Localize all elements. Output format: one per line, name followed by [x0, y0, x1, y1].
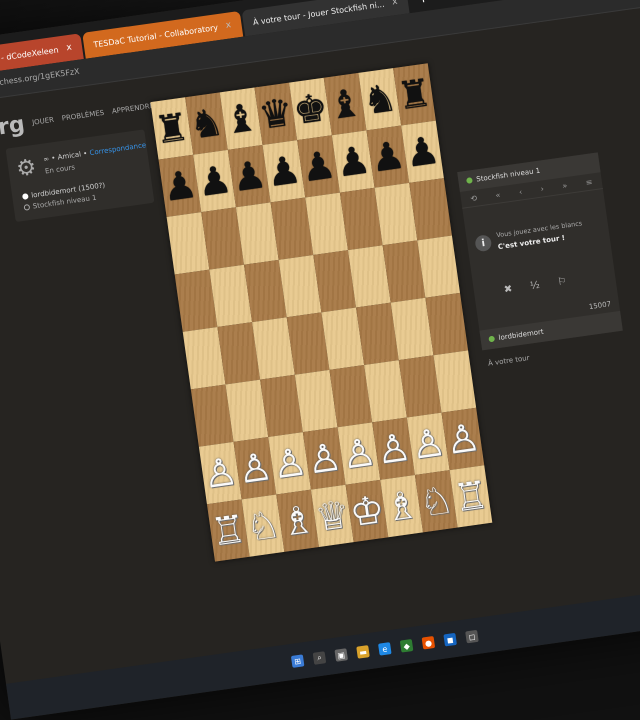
menu-icon[interactable]: ≡ [585, 177, 593, 187]
white-piece-icon[interactable]: ♔ [347, 487, 387, 535]
next-move-icon[interactable]: › [540, 184, 544, 193]
black-piece-icon[interactable]: ♞ [187, 99, 227, 147]
black-piece-icon[interactable]: ♟ [403, 128, 443, 176]
last-move-icon[interactable]: » [562, 181, 568, 191]
site-logo[interactable]: ss.org [0, 112, 26, 147]
turn-message: i Vous jouez avec les blancs C'est votre… [473, 213, 604, 272]
prev-move-icon[interactable]: ‹ [518, 187, 522, 196]
search-icon[interactable]: ⌕ [312, 651, 327, 665]
game-info-panel: ⚙ ∞ • Amical • Correspondance En cours l… [5, 129, 155, 223]
nav-puzzles[interactable]: PROBLÈMES [61, 109, 104, 123]
white-piece-icon[interactable]: ♙ [200, 449, 240, 497]
url-text[interactable]: https://lichess.org/1gEK5FzX [0, 67, 80, 92]
white-piece-icon[interactable]: ♙ [304, 434, 344, 482]
white-piece-icon[interactable]: ♗ [278, 497, 318, 545]
black-piece-icon[interactable]: ♟ [299, 142, 339, 190]
draw-offer-icon[interactable]: ½ [529, 280, 540, 292]
white-piece-icon[interactable]: ♖ [208, 506, 248, 554]
white-piece-icon[interactable]: ♘ [243, 501, 283, 549]
game-mode-link[interactable]: Correspondance [89, 141, 147, 157]
board-square[interactable]: ♜ [393, 63, 436, 126]
edge-icon[interactable]: e [378, 642, 392, 656]
black-piece-icon[interactable]: ♜ [394, 70, 434, 118]
white-piece-icon[interactable]: ♖ [451, 472, 491, 520]
self-player-name[interactable]: lordbidemort [498, 328, 544, 342]
white-piece-icon[interactable]: ♙ [374, 425, 414, 473]
close-tab-icon[interactable]: x [225, 20, 232, 31]
resign-flag-icon[interactable]: ⚐ [557, 276, 567, 288]
online-icon [488, 335, 496, 343]
task-view-icon[interactable]: ▣ [334, 648, 349, 662]
game-status: En cours [44, 163, 76, 176]
self-player-bar: lordbidemort [479, 310, 623, 351]
board-square[interactable] [433, 350, 477, 413]
gear-icon: ⚙ [14, 154, 38, 183]
white-piece-icon[interactable]: ♙ [270, 439, 310, 487]
nav-learn[interactable]: APPRENDRE [111, 102, 154, 116]
black-piece-icon[interactable]: ♟ [264, 147, 304, 195]
engine-panel: Stockfish niveau 1 ⟲ « ‹ › » ≡ i Vous jo… [457, 152, 623, 351]
game-actions: ✖ ½ ⚐ [503, 276, 567, 296]
white-piece-icon[interactable]: ♙ [339, 429, 379, 477]
first-move-icon[interactable]: « [495, 190, 501, 200]
info-icon: i [474, 234, 493, 253]
black-piece-icon[interactable]: ♞ [360, 75, 400, 123]
black-piece-icon[interactable]: ♚ [291, 85, 331, 133]
board-square[interactable] [417, 235, 461, 298]
start-icon[interactable]: ⊞ [290, 654, 305, 668]
abort-icon[interactable]: ✖ [503, 284, 513, 296]
black-piece-icon[interactable]: ♟ [333, 137, 373, 185]
board-square[interactable]: ♙ [441, 407, 485, 471]
board-square[interactable] [425, 292, 469, 356]
board-square[interactable] [409, 178, 452, 241]
white-piece-icon[interactable]: ♗ [382, 482, 422, 530]
white-piece-icon[interactable]: ♕ [312, 492, 352, 540]
close-tab-icon[interactable]: x [66, 43, 73, 54]
black-piece-icon[interactable]: ♝ [221, 95, 261, 143]
your-turn-label: À votre tour [487, 353, 531, 368]
black-piece-icon[interactable]: ♛ [256, 90, 296, 138]
chess-board[interactable]: ♜ ♞ ♝ ♛ ♚ ♝ ♞ ♜ ♟ ♟ ♟ ♟ ♟ ♟ ♟ ♟ ♙ ♙ ♙ ♙ ♙ ♙ ♙ ♙ ♖ ♘ ♗ ♕ ♔ ♗ ♘ ♖ [150, 63, 493, 562]
board-square[interactable]: ♟ [401, 120, 444, 183]
online-icon [466, 177, 473, 184]
clock: 15007 [588, 300, 612, 312]
black-piece-icon[interactable]: ♟ [195, 157, 235, 205]
folder-icon[interactable]: ▬ [356, 645, 370, 659]
white-piece-icon[interactable]: ♙ [408, 420, 448, 468]
black-piece-icon[interactable]: ♟ [229, 152, 269, 200]
black-piece-icon[interactable]: ♝ [325, 80, 365, 128]
app-icon[interactable]: ◻ [465, 629, 479, 644]
white-piece-icon[interactable]: ♙ [235, 444, 275, 492]
monitor-screen: Sudoku - dCodeXeleen x TESDaC Tutorial -… [0, 0, 640, 720]
black-dot-icon [23, 203, 31, 211]
store-icon[interactable]: ◆ [399, 639, 414, 653]
game-mode: ∞ • Amical • Correspondance [43, 141, 147, 163]
firefox-icon[interactable]: ● [421, 635, 436, 650]
black-piece-icon[interactable]: ♟ [160, 162, 200, 210]
black-piece-icon[interactable]: ♜ [152, 104, 192, 152]
nav-play[interactable]: JOUER [32, 116, 55, 127]
game-mode-prefix: ∞ • Amical • [42, 149, 88, 164]
board-square[interactable]: ♖ [449, 465, 493, 528]
white-piece-icon[interactable]: ♘ [416, 477, 456, 525]
flip-board-icon[interactable]: ⟲ [470, 193, 478, 203]
close-tab-icon[interactable]: x [392, 0, 399, 7]
white-piece-icon[interactable]: ♙ [443, 415, 483, 463]
white-dot-icon [21, 193, 29, 200]
black-piece-icon[interactable]: ♟ [368, 132, 408, 180]
os-taskbar: ⊞ ⌕ ▣ ▬ e ◆ ● ◼ ◻ [6, 578, 640, 720]
